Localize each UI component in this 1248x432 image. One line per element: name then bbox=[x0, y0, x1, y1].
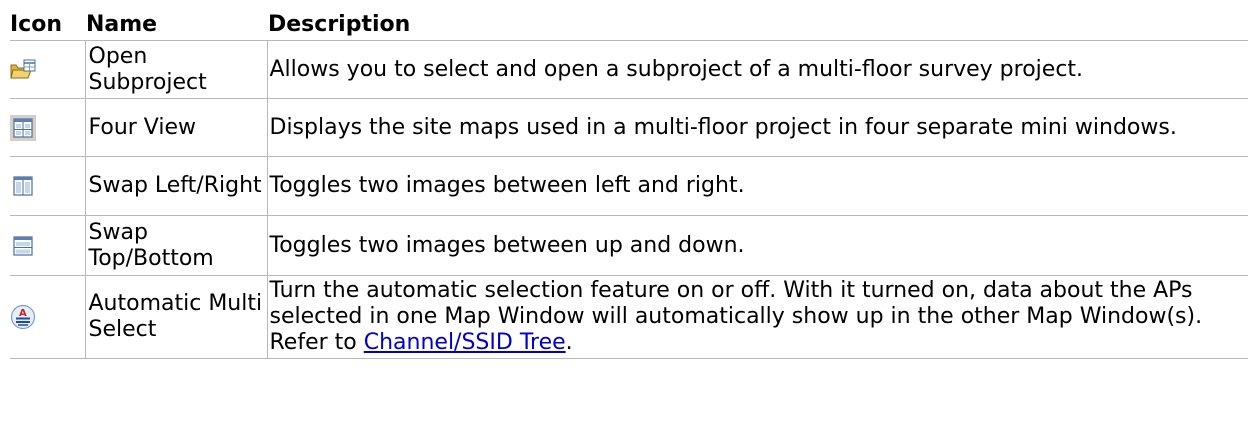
column-header-name: Name bbox=[85, 8, 267, 41]
column-header-description: Description bbox=[267, 8, 1248, 41]
command-reference-table: Icon Name Description Open Subproject Al… bbox=[10, 8, 1248, 359]
swap-top-bottom-icon bbox=[13, 235, 33, 256]
column-header-icon: Icon bbox=[10, 8, 85, 41]
icon-cell: A bbox=[10, 275, 85, 359]
channel-ssid-tree-link[interactable]: Channel/SSID Tree bbox=[364, 330, 566, 355]
icon-cell bbox=[10, 156, 85, 216]
row-name: Four View bbox=[84, 98, 267, 157]
automatic-multi-select-icon: A bbox=[10, 304, 36, 330]
svg-text:A: A bbox=[19, 308, 27, 319]
row-name: Automatic Multi Select bbox=[84, 275, 267, 359]
row-name: Open Subproject bbox=[84, 40, 267, 99]
icon-cell bbox=[10, 215, 85, 276]
icon-cell bbox=[10, 98, 85, 157]
table-row: Swap Left/Right Toggles two images betwe… bbox=[10, 156, 1248, 216]
icon-cell bbox=[10, 40, 85, 99]
row-name: Swap Top/Bottom bbox=[84, 215, 267, 276]
row-description: Turn the automatic selection feature on … bbox=[266, 275, 1248, 359]
row-description: Toggles two images between left and righ… bbox=[266, 156, 1248, 216]
open-subproject-icon bbox=[10, 59, 36, 78]
table-row: Four View Displays the site maps used in… bbox=[10, 98, 1248, 157]
swap-left-right-icon bbox=[13, 176, 33, 196]
table-row: Swap Top/Bottom Toggles two images betwe… bbox=[10, 215, 1248, 276]
row-name: Swap Left/Right bbox=[84, 156, 267, 216]
row-description: Displays the site maps used in a multi-f… bbox=[266, 98, 1248, 157]
table-row: Open Subproject Allows you to select and… bbox=[10, 40, 1248, 99]
header-row: Icon Name Description bbox=[10, 8, 1248, 41]
row-description: Allows you to select and open a subproje… bbox=[266, 40, 1248, 99]
description-end: . bbox=[565, 330, 573, 355]
row-description: Toggles two images between up and down. bbox=[266, 215, 1248, 276]
four-view-icon bbox=[10, 114, 36, 141]
table-row: A Automatic Multi Select Turn the automa… bbox=[10, 275, 1248, 359]
